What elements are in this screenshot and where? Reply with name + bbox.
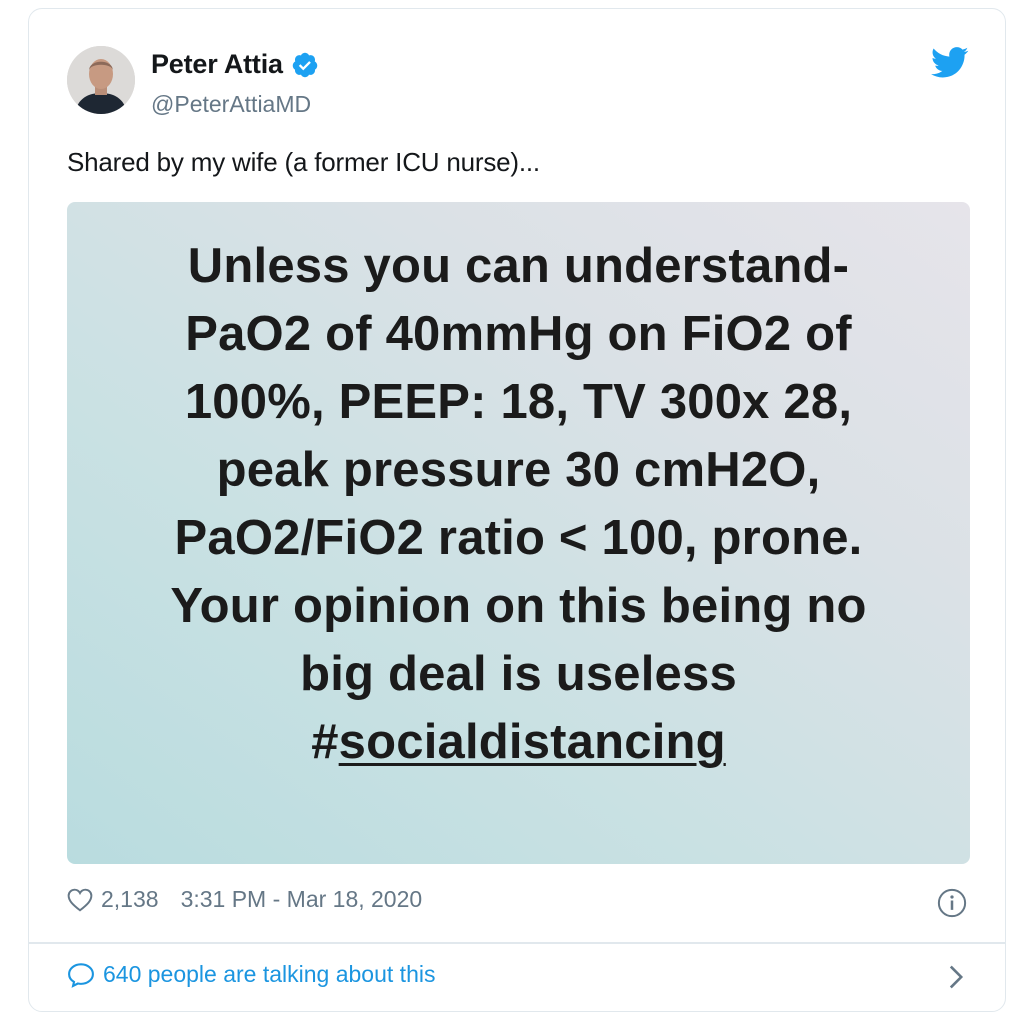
hashtag-prefix: #: [311, 715, 339, 769]
author-name-row[interactable]: Peter Attia: [151, 49, 319, 80]
conversation-link[interactable]: 640 people are talking about this: [67, 961, 435, 988]
verified-badge-icon: [292, 52, 318, 77]
twitter-bird-icon[interactable]: [931, 47, 969, 79]
image-text-line: big deal is useless: [300, 647, 737, 701]
speech-bubble-icon: [68, 962, 94, 988]
author-name[interactable]: Peter Attia: [151, 49, 283, 80]
conversation-label[interactable]: 640 people are talking about this: [103, 961, 435, 988]
divider: [29, 942, 1005, 944]
heart-icon[interactable]: [67, 888, 93, 912]
image-text-line: Unless you can understand-: [187, 239, 850, 293]
image-text-line: 100%, PEEP: 18, TV 300x 28,: [184, 375, 853, 429]
hashtag-word: socialdistancing: [338, 715, 726, 769]
image-text-line: PaO2 of 40mmHg on FiO2 of: [185, 307, 852, 361]
info-icon[interactable]: [937, 888, 967, 918]
image-text-line: Your opinion on this being no: [170, 579, 867, 633]
avatar[interactable]: [67, 46, 135, 114]
profile-photo-icon: [67, 46, 135, 114]
image-text: Unless you can understand- PaO2 of 40mmH…: [67, 232, 970, 776]
tweet-timestamp[interactable]: 3:31 PM - Mar 18, 2020: [181, 886, 423, 913]
tweet-card: Peter Attia @PeterAttiaMD Shared by my w…: [28, 8, 1006, 1012]
image-text-line: peak pressure 30 cmH2O,: [216, 443, 821, 497]
image-text-line: PaO2/FiO2 ratio < 100, prone.: [174, 511, 863, 565]
image-hashtag-line: #socialdistancing: [67, 708, 970, 776]
chevron-right-icon[interactable]: [947, 964, 965, 990]
tweet-meta-row: 2,138 3:31 PM - Mar 18, 2020: [67, 886, 422, 913]
tweet-text: Shared by my wife (a former ICU nurse)..…: [67, 147, 540, 177]
like-count[interactable]: 2,138: [101, 886, 159, 913]
author-handle[interactable]: @PeterAttiaMD: [151, 91, 311, 118]
tweet-image[interactable]: Unless you can understand- PaO2 of 40mmH…: [67, 202, 970, 864]
